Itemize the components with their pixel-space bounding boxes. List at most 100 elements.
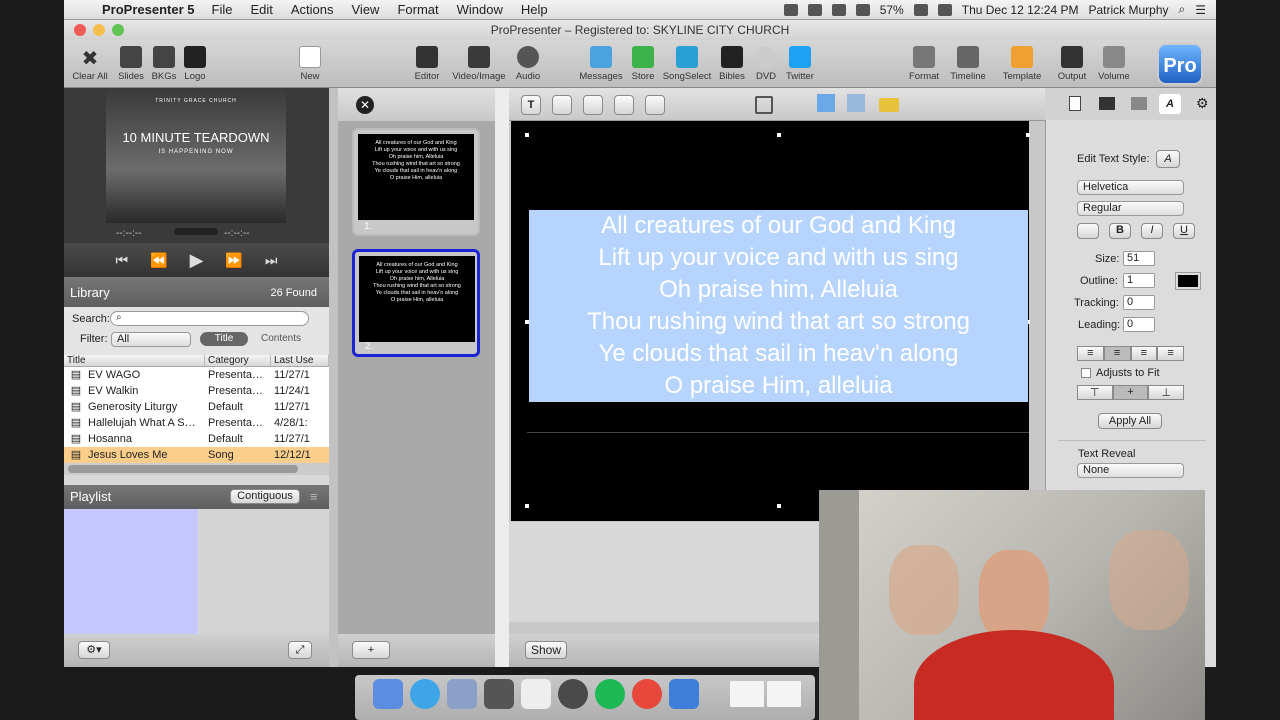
messages-button[interactable]: Messages: [579, 44, 623, 82]
spotify-icon[interactable]: [595, 679, 625, 709]
minimized-window[interactable]: [730, 681, 764, 707]
filter-select[interactable]: All: [111, 332, 191, 347]
minimize-window-icon[interactable]: [93, 24, 105, 36]
store-button[interactable]: Store: [621, 44, 665, 82]
library-row[interactable]: ▤ EV WAGO Presenta… 11/27/1: [64, 367, 329, 383]
library-row[interactable]: ▤ Hosanna Default 11/27/1: [64, 431, 329, 447]
align-justify-icon[interactable]: ≡: [1157, 346, 1184, 361]
preview-icon[interactable]: [484, 679, 514, 709]
rewind-icon[interactable]: ⏪: [150, 252, 167, 269]
time-machine-icon[interactable]: [937, 3, 952, 16]
finder-icon[interactable]: [373, 679, 403, 709]
skip-back-icon[interactable]: ⏮: [116, 252, 129, 269]
send-backward-icon[interactable]: [847, 94, 865, 112]
align-top-icon[interactable]: ⊤: [1077, 385, 1113, 400]
fast-forward-icon[interactable]: ⏩: [225, 252, 242, 269]
app-menu[interactable]: ProPresenter 5: [94, 2, 203, 17]
template-button[interactable]: Template: [1000, 44, 1044, 82]
itunes-icon[interactable]: [410, 679, 440, 709]
layers-tab-icon[interactable]: [1131, 97, 1147, 110]
filter-tab-contents[interactable]: Contents: [256, 332, 306, 346]
output-button[interactable]: Output: [1050, 44, 1094, 82]
playlist-items[interactable]: [199, 509, 329, 634]
video-image-button[interactable]: Video/Image: [449, 44, 509, 82]
gear-icon[interactable]: ⚙▾: [78, 641, 110, 659]
align-middle-icon[interactable]: +: [1112, 385, 1149, 400]
adjusts-to-fit-checkbox[interactable]: [1081, 368, 1091, 378]
align-bottom-icon[interactable]: ⊥: [1148, 385, 1185, 400]
zoom-window-icon[interactable]: [112, 24, 124, 36]
text-tab-icon[interactable]: A: [1159, 94, 1181, 114]
library-row[interactable]: ▤ EV Walkin Presenta… 11/24/1: [64, 383, 329, 399]
contiguous-button[interactable]: Contiguous: [230, 489, 300, 504]
library-row[interactable]: ▤ Hallelujah What A S… Presenta… 4/28/1:: [64, 415, 329, 431]
align-left-icon[interactable]: ≡: [1077, 346, 1104, 361]
notes-icon[interactable]: [521, 679, 551, 709]
column-title[interactable]: Title: [64, 355, 205, 366]
slide-thumbnail-2-selected[interactable]: All creatures of our God and King Lift up…: [352, 249, 480, 357]
skip-forward-icon[interactable]: ⏭: [265, 252, 278, 269]
slide-list-scrollbar[interactable]: [495, 88, 509, 667]
mail-icon[interactable]: [447, 679, 477, 709]
menu-actions[interactable]: Actions: [282, 2, 343, 17]
format-button[interactable]: Format: [902, 44, 946, 82]
filter-tab-title[interactable]: Title: [200, 332, 248, 346]
show-button[interactable]: Show: [525, 641, 567, 659]
menu-view[interactable]: View: [343, 2, 389, 17]
fill-tab-icon[interactable]: [1099, 97, 1115, 110]
align-center-icon[interactable]: ≡: [1103, 346, 1131, 361]
notification-icon[interactable]: ☰: [1195, 3, 1206, 17]
evernote-icon[interactable]: [558, 679, 588, 709]
shape-tool-icon[interactable]: [552, 95, 572, 115]
horizontal-scrollbar[interactable]: [64, 463, 329, 475]
editor-button[interactable]: Editor: [405, 44, 449, 82]
play-icon[interactable]: ▶: [190, 250, 204, 271]
splitter[interactable]: [329, 88, 338, 667]
playlist-list[interactable]: [64, 509, 198, 634]
scrub-bar[interactable]: [174, 228, 218, 235]
menu-edit[interactable]: Edit: [241, 2, 281, 17]
tracking-field[interactable]: 0: [1123, 295, 1155, 310]
column-last-use[interactable]: Last Use: [271, 355, 329, 366]
fill-color-swatch[interactable]: [1077, 223, 1099, 239]
bold-button[interactable]: B: [1109, 223, 1131, 239]
battery-percent[interactable]: 57%: [880, 3, 904, 17]
close-icon[interactable]: ✕: [356, 96, 374, 114]
slide-canvas[interactable]: All creatures of our God and King Lift u…: [511, 121, 1030, 521]
menu-file[interactable]: File: [203, 2, 242, 17]
text-style-button[interactable]: A: [1156, 150, 1180, 168]
gear-icon[interactable]: ⚙: [1196, 95, 1209, 112]
library-search-input[interactable]: ⌕: [110, 311, 309, 326]
songselect-button[interactable]: SongSelect: [662, 44, 712, 82]
document-tab-icon[interactable]: [1069, 96, 1081, 111]
timeline-button[interactable]: Timeline: [946, 44, 990, 82]
clear-logo-button[interactable]: Logo: [173, 44, 217, 82]
underline-button[interactable]: U: [1173, 223, 1195, 239]
wifi-icon[interactable]: [913, 3, 928, 16]
menu-clock[interactable]: Thu Dec 12 12:24 PM: [962, 3, 1079, 17]
outline-field[interactable]: 1: [1123, 273, 1155, 288]
new-button[interactable]: New: [288, 44, 332, 82]
bring-forward-icon[interactable]: [817, 94, 835, 112]
clear-all-button[interactable]: ✖ Clear All: [68, 44, 112, 82]
minimized-window[interactable]: [767, 681, 801, 707]
audio-button[interactable]: Audio: [506, 44, 550, 82]
media-tool-icon[interactable]: [614, 95, 634, 115]
expand-icon[interactable]: ⤢: [288, 641, 312, 659]
spotlight-icon[interactable]: ⌕: [1179, 2, 1186, 17]
menu-help[interactable]: Help: [512, 2, 557, 17]
propresenter-logo[interactable]: Pro: [1157, 43, 1203, 85]
speaker-icon[interactable]: [855, 3, 870, 16]
volume-button[interactable]: Volume: [1092, 44, 1136, 82]
lock-icon[interactable]: [879, 98, 899, 112]
menu-format[interactable]: Format: [388, 2, 447, 17]
image-tool-icon[interactable]: [583, 95, 603, 115]
size-field[interactable]: 51: [1123, 251, 1155, 266]
chrome-icon[interactable]: [632, 679, 662, 709]
library-row[interactable]: ▤ Generosity Liturgy Default 11/27/1: [64, 399, 329, 415]
add-slide-button[interactable]: +: [352, 641, 390, 659]
font-weight-select[interactable]: Regular: [1077, 201, 1184, 216]
video-tool-icon[interactable]: [645, 95, 665, 115]
user-name[interactable]: Patrick Murphy: [1088, 3, 1168, 17]
italic-button[interactable]: I: [1141, 223, 1163, 239]
